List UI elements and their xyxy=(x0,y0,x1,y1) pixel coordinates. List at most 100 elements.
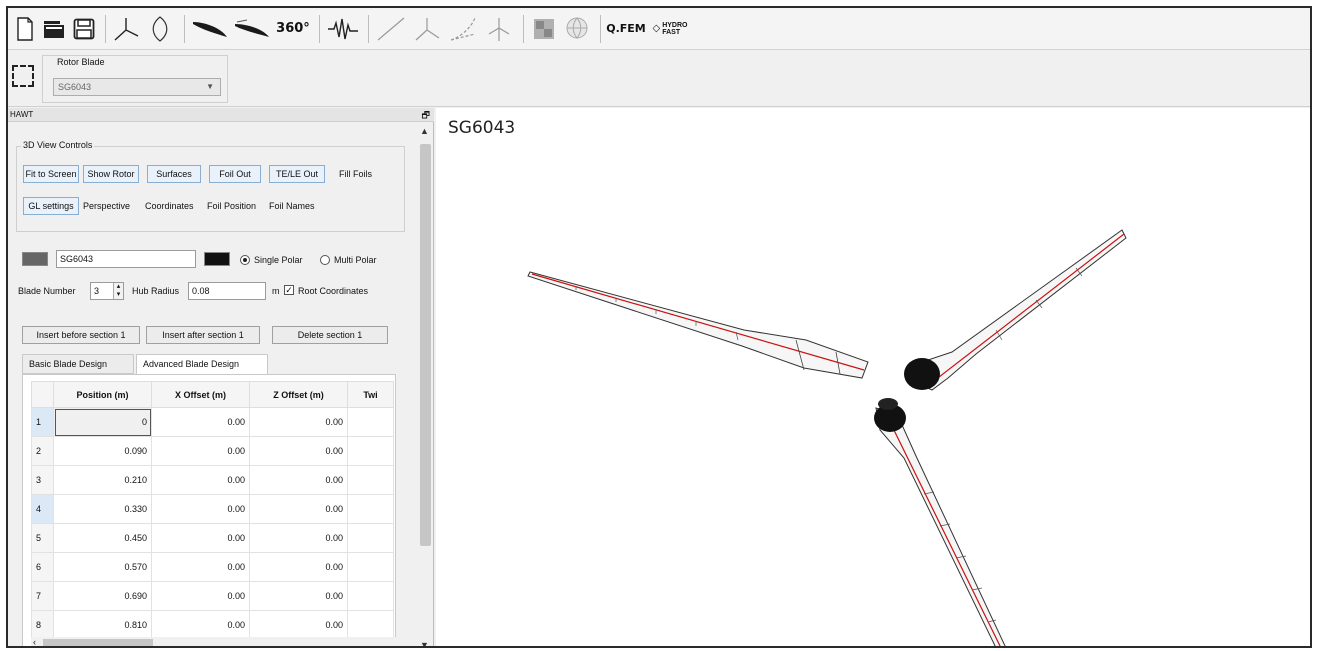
table-cell[interactable]: 0.00 xyxy=(249,523,348,553)
selection-icon[interactable] xyxy=(12,65,34,87)
table-cell[interactable] xyxy=(347,523,394,553)
table-cell[interactable]: 0.00 xyxy=(151,465,250,495)
table-horizontal-scrollbar[interactable]: ‹ xyxy=(31,637,397,646)
row-number[interactable]: 8 xyxy=(31,610,54,640)
texture-icon[interactable] xyxy=(529,12,559,46)
foil-names-toggle[interactable]: Foil Names xyxy=(269,201,315,211)
row-number[interactable]: 2 xyxy=(31,436,54,466)
blade-color-swatch[interactable] xyxy=(22,252,48,266)
float-panel-icon[interactable]: 🗗 xyxy=(422,108,430,124)
table-cell[interactable]: 0.00 xyxy=(151,581,250,611)
table-cell[interactable] xyxy=(347,610,394,640)
airfoil-icon[interactable] xyxy=(143,12,177,46)
scroll-left-icon[interactable]: ‹ xyxy=(33,637,36,646)
te-le-out-button[interactable]: TE/LE Out xyxy=(269,165,325,183)
table-cell[interactable]: 0.00 xyxy=(249,494,348,524)
table-cell[interactable] xyxy=(347,581,394,611)
tab-basic-blade-design[interactable]: Basic Blade Design xyxy=(22,354,134,374)
row-number[interactable]: 7 xyxy=(31,581,54,611)
table-cell[interactable]: 0.330 xyxy=(53,494,152,524)
blade-view-icon[interactable] xyxy=(111,12,141,46)
table-cell[interactable]: 0.00 xyxy=(249,581,348,611)
table-cell[interactable]: 0.690 xyxy=(53,581,152,611)
new-file-icon[interactable] xyxy=(12,12,38,46)
row-number[interactable]: 1 xyxy=(31,407,54,437)
column-header[interactable]: Z Offset (m) xyxy=(249,381,348,408)
table-cell[interactable]: 0.00 xyxy=(151,610,250,640)
table-cell[interactable]: 0 xyxy=(53,407,152,437)
delete-section-button[interactable]: Delete section 1 xyxy=(272,326,388,344)
table-cell[interactable]: 0.210 xyxy=(53,465,152,495)
scroll-down-icon[interactable]: ▼ xyxy=(420,640,429,646)
turbine-icon[interactable] xyxy=(410,12,444,46)
toolbar-separator xyxy=(368,14,369,43)
hub-radius-field[interactable]: 0.08 xyxy=(188,282,266,300)
perspective-toggle[interactable]: Perspective xyxy=(83,201,130,211)
panel-scrollbar[interactable]: ▲ ▼ xyxy=(418,124,432,646)
table-cell[interactable] xyxy=(347,407,394,437)
table-cell[interactable]: 0.00 xyxy=(151,494,250,524)
surfaces-button[interactable]: Surfaces xyxy=(147,165,201,183)
qfem-icon[interactable]: Q.FEM xyxy=(606,12,646,46)
extrapolate-icon[interactable] xyxy=(446,12,480,46)
row-number[interactable]: 6 xyxy=(31,552,54,582)
fit-to-screen-button[interactable]: Fit to Screen xyxy=(23,165,79,183)
column-header[interactable]: Twi xyxy=(347,381,394,408)
insert-before-button[interactable]: Insert before section 1 xyxy=(22,326,140,344)
open-folder-icon[interactable] xyxy=(40,12,68,46)
qblade-fast-icon[interactable]: ◇ HYDRO FAST xyxy=(648,12,692,46)
rotor-icon[interactable] xyxy=(482,12,516,46)
table-cell[interactable]: 0.450 xyxy=(53,523,152,553)
table-cell[interactable]: 0.00 xyxy=(249,465,348,495)
multi-polar-label: Multi Polar xyxy=(334,255,377,265)
table-cell[interactable] xyxy=(347,465,394,495)
scrollbar-thumb[interactable] xyxy=(43,639,153,646)
line-icon[interactable] xyxy=(374,12,408,46)
column-header[interactable]: Position (m) xyxy=(53,381,152,408)
multi-polar-radio[interactable] xyxy=(320,255,330,265)
foil-design-icon[interactable] xyxy=(190,12,230,46)
surface-color-swatch[interactable] xyxy=(204,252,230,266)
gl-settings-button[interactable]: GL settings xyxy=(23,197,79,215)
table-cell[interactable]: 0.00 xyxy=(151,523,250,553)
table-cell[interactable] xyxy=(347,494,394,524)
polar-360-icon[interactable]: 360° xyxy=(274,12,312,46)
scrollbar-thumb[interactable] xyxy=(420,144,431,546)
insert-after-button[interactable]: Insert after section 1 xyxy=(146,326,260,344)
table-cell[interactable]: 0.00 xyxy=(151,552,250,582)
coordinates-toggle[interactable]: Coordinates xyxy=(145,201,194,211)
view-controls-group: 3D View Controls Fit to Screen Show Roto… xyxy=(16,140,405,232)
foil-position-toggle[interactable]: Foil Position xyxy=(207,201,256,211)
root-coordinates-checkbox[interactable]: ✓ xyxy=(284,285,294,295)
table-cell[interactable]: 0.00 xyxy=(151,407,250,437)
table-cell[interactable] xyxy=(347,436,394,466)
table-cell[interactable] xyxy=(347,552,394,582)
signal-icon[interactable] xyxy=(325,12,361,46)
table-cell[interactable]: 0.00 xyxy=(249,610,348,640)
table-cell[interactable]: 0.810 xyxy=(53,610,152,640)
foil-tool-icon[interactable] xyxy=(232,12,272,46)
table-cell[interactable]: 0.00 xyxy=(249,552,348,582)
save-icon[interactable] xyxy=(70,12,98,46)
blade-name-field[interactable]: SG6043 xyxy=(56,250,196,268)
rotor-3d-view[interactable]: SG6043 xyxy=(436,108,1310,646)
show-rotor-button[interactable]: Show Rotor xyxy=(83,165,139,183)
tab-advanced-blade-design[interactable]: Advanced Blade Design xyxy=(136,354,268,375)
foil-out-button[interactable]: Foil Out xyxy=(209,165,261,183)
fill-foils-toggle[interactable]: Fill Foils xyxy=(339,169,372,179)
row-number[interactable]: 4 xyxy=(31,494,54,524)
table-cell[interactable]: 0.570 xyxy=(53,552,152,582)
single-polar-radio[interactable] xyxy=(240,255,250,265)
row-number[interactable]: 5 xyxy=(31,523,54,553)
blade-number-spinbox[interactable]: 3 ▴ ▾ xyxy=(90,282,124,300)
row-number[interactable]: 3 xyxy=(31,465,54,495)
column-header[interactable]: X Offset (m) xyxy=(151,381,250,408)
table-cell[interactable]: 0.090 xyxy=(53,436,152,466)
scroll-up-icon[interactable]: ▲ xyxy=(420,126,429,136)
table-cell[interactable]: 0.00 xyxy=(249,407,348,437)
rotor-blade-select[interactable]: SG6043 ▼ xyxy=(53,78,221,96)
spinner-arrows-icon[interactable]: ▴ ▾ xyxy=(113,283,123,299)
globe-icon[interactable] xyxy=(561,12,593,46)
table-cell[interactable]: 0.00 xyxy=(249,436,348,466)
table-cell[interactable]: 0.00 xyxy=(151,436,250,466)
